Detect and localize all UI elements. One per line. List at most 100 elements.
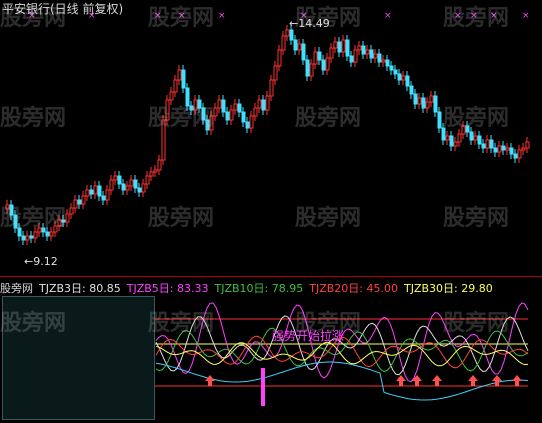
legend-item-tjzb20[interactable]: TJZB20日: 45.00 bbox=[309, 280, 398, 296]
candlestick bbox=[341, 39, 346, 53]
legend-label: TJZB5日: bbox=[126, 282, 174, 295]
candlestick bbox=[349, 55, 354, 63]
candlestick bbox=[293, 39, 298, 51]
signal-x-marker: × bbox=[88, 11, 96, 21]
candlestick bbox=[13, 214, 18, 229]
buy-arrow-icon bbox=[205, 375, 215, 386]
candlestick bbox=[517, 149, 522, 159]
candlestick bbox=[501, 145, 506, 151]
candlestick bbox=[469, 131, 474, 141]
candlestick bbox=[165, 99, 170, 121]
candlestick bbox=[429, 95, 434, 103]
candlestick bbox=[285, 29, 290, 37]
candlestick bbox=[505, 147, 510, 151]
candlestick bbox=[109, 179, 114, 191]
candlestick bbox=[229, 109, 234, 121]
low-price-value: 9.12 bbox=[33, 255, 58, 268]
candlestick bbox=[465, 125, 470, 133]
candlestick bbox=[161, 119, 166, 161]
candlestick bbox=[65, 213, 70, 223]
candlestick bbox=[457, 133, 462, 143]
candlestick bbox=[57, 219, 62, 227]
candlestick bbox=[405, 75, 410, 87]
candlestick bbox=[29, 235, 34, 239]
candlestick bbox=[333, 41, 338, 49]
candlestick bbox=[205, 119, 210, 131]
candlestick bbox=[85, 189, 90, 197]
candlestick bbox=[101, 195, 106, 201]
candlestick bbox=[261, 99, 266, 111]
candlestick bbox=[181, 69, 186, 89]
candlestick bbox=[477, 135, 482, 145]
signal-x-marker: × bbox=[522, 11, 530, 21]
candlestick bbox=[297, 43, 302, 51]
pane-divider bbox=[0, 276, 542, 277]
signal-x-marker: × bbox=[384, 11, 392, 21]
indicator-line-tjzb3 bbox=[155, 315, 529, 376]
candlestick bbox=[473, 135, 478, 141]
candlestick bbox=[209, 115, 214, 131]
signal-x-marker: × bbox=[470, 11, 478, 21]
legend-item-tjzb30[interactable]: TJZB30日: 29.80 bbox=[404, 280, 493, 296]
candlestick bbox=[357, 45, 362, 51]
low-price-label: ←9.12 bbox=[24, 255, 58, 268]
candlestick bbox=[213, 107, 218, 117]
candlestick bbox=[141, 183, 146, 193]
signal-bar bbox=[261, 368, 265, 406]
candlestick bbox=[9, 204, 14, 216]
candlestick bbox=[81, 195, 86, 205]
candlestick bbox=[445, 135, 450, 141]
candlestick bbox=[385, 59, 390, 67]
candlestick bbox=[273, 65, 278, 81]
candlestick bbox=[77, 199, 82, 205]
candlestick bbox=[497, 145, 502, 153]
signal-x-marker: × bbox=[454, 11, 462, 21]
buy-arrow-icon bbox=[396, 375, 406, 386]
signal-x-marker: × bbox=[154, 11, 162, 21]
candlestick bbox=[145, 175, 150, 185]
candlestick bbox=[257, 99, 262, 109]
candlestick bbox=[201, 107, 206, 121]
legend-value: 29.80 bbox=[461, 282, 493, 295]
legend-label: TJZB20日: bbox=[309, 282, 363, 295]
candlestick bbox=[365, 49, 370, 55]
candlestick bbox=[117, 175, 122, 185]
candlestick bbox=[25, 235, 30, 241]
candlestick bbox=[53, 225, 58, 233]
candlestick bbox=[321, 59, 326, 71]
candlestick bbox=[5, 204, 10, 210]
candlestick bbox=[125, 185, 130, 191]
high-price-value: 14.49 bbox=[298, 17, 330, 30]
candlestick bbox=[73, 199, 78, 209]
signal-x-marker: × bbox=[28, 11, 36, 21]
candlestick bbox=[413, 93, 418, 105]
candlestick bbox=[521, 147, 526, 151]
candlestick bbox=[241, 111, 246, 123]
candlestick bbox=[33, 231, 38, 239]
legend-item-tjzb5[interactable]: TJZB5日: 83.33 bbox=[127, 280, 209, 296]
candlestick bbox=[489, 139, 494, 149]
candlestick bbox=[249, 115, 254, 129]
candlestick bbox=[185, 87, 190, 107]
legend-item-tjzb3[interactable]: TJZB3日: 80.85 bbox=[39, 280, 121, 296]
legend-item-tjzb10[interactable]: TJZB10日: 78.95 bbox=[215, 280, 304, 296]
candlestick bbox=[177, 69, 182, 81]
candlestick bbox=[93, 185, 98, 195]
candlestick bbox=[45, 231, 50, 237]
candlestick bbox=[393, 69, 398, 75]
candlestick bbox=[313, 51, 318, 65]
candlestick bbox=[453, 141, 458, 147]
candlestick bbox=[41, 227, 46, 233]
candlestick bbox=[409, 85, 414, 95]
candlestick bbox=[225, 111, 230, 121]
candlestick bbox=[189, 105, 194, 111]
buy-arrow-icon bbox=[468, 375, 478, 386]
candlestick bbox=[157, 159, 162, 171]
candlestick bbox=[277, 49, 282, 67]
legend-value: 45.00 bbox=[366, 282, 399, 295]
candlestick bbox=[245, 121, 250, 129]
candlestick bbox=[493, 147, 498, 153]
candlestick bbox=[49, 231, 54, 237]
candlestick bbox=[401, 75, 406, 81]
high-price-label: ←14.49 bbox=[289, 17, 330, 30]
